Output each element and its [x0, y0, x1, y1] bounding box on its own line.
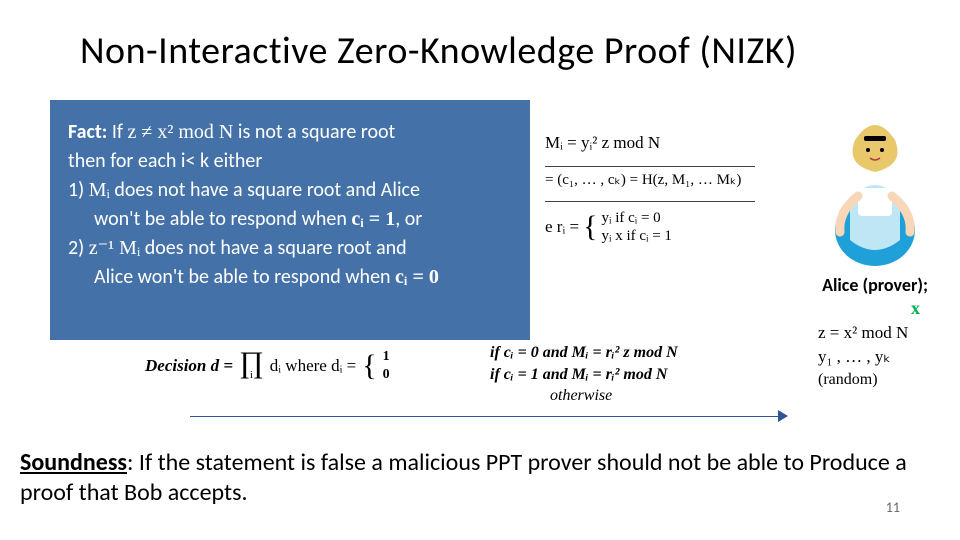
eq-m: Mᵢ = yᵢ² z mod N [545, 130, 815, 156]
fact-line1a: If [107, 120, 127, 144]
slide-title: Non-Interactive Zero-Knowledge Proof (NI… [0, 0, 960, 74]
soundness-body: : If the statement is false a malicious … [20, 448, 907, 507]
decision-text: Decision d = [145, 356, 233, 375]
fact-item1b: does not have a square root and Alice [110, 178, 420, 202]
arrow-head-icon [778, 410, 788, 422]
fact-item1a: 1) [68, 178, 89, 202]
eq-h: = (c₁, … , cₖ) = H(z, M₁, … Mₖ) [545, 169, 815, 192]
page-number: 11 [886, 499, 900, 516]
protocol-column: Mᵢ = yᵢ² z mod N = (c₁, … , cₖ) = H(z, M… [545, 130, 815, 259]
fact-box: Fact: If z ≠ x² mod N is not a square ro… [50, 100, 530, 340]
fact-item1d: , or [395, 207, 422, 231]
fact-line1b: is not a square root [233, 120, 395, 144]
alice-x: x [911, 298, 920, 318]
fact-item2b: does not have a square root and [140, 236, 406, 260]
brace-icon-2: { [362, 349, 376, 383]
decision-equation: Decision d = ∏ i dᵢ where dᵢ = { 1 0 [145, 348, 390, 384]
fact-label: Fact: [68, 120, 107, 144]
divider-2 [545, 201, 755, 202]
fact-item2a: 2) [68, 236, 89, 260]
alice-label: Alice (prover); [810, 274, 940, 296]
eq-r-prefix: e rᵢ = [545, 214, 579, 240]
fact-item2c: Alice won't be able to respond when [94, 265, 395, 289]
fact-item2-cond: cᵢ = 0 [395, 266, 439, 288]
condition-block: if cᵢ = 0 and Mᵢ = rᵢ² z mod N if cᵢ = 1… [490, 342, 678, 407]
cond-c0: if cᵢ = 0 and Mᵢ = rᵢ² z mod N [490, 344, 678, 361]
fact-item1-cond: cᵢ = 1 [351, 208, 395, 230]
product-operator-icon: ∏ i [239, 354, 264, 379]
divider-1 [545, 166, 755, 167]
decision-case1: 1 [383, 348, 390, 366]
alice-character-icon [820, 100, 930, 270]
fact-item2-math: z⁻¹ Mᵢ [89, 237, 140, 259]
alice-random: (random) [818, 369, 940, 391]
fact-line2: then for each i< k either [68, 147, 516, 176]
soundness-label: Soundness [20, 448, 127, 477]
brace-icon: { [583, 204, 597, 249]
eq-r-case0: yᵢ if cᵢ = 0 [601, 209, 671, 227]
cond-otherwise: otherwise [550, 387, 612, 404]
eq-r-case1: yᵢ x if cᵢ = 1 [601, 227, 671, 245]
cond-c1: if cᵢ = 1 and Mᵢ = rᵢ² mod N [490, 366, 667, 383]
fact-item1c: won't be able to respond when [94, 207, 351, 231]
fact-item1-math: Mᵢ [89, 179, 110, 201]
decision-mid: dᵢ where dᵢ = [270, 356, 356, 376]
alice-panel: Alice (prover); x z = x² mod N y₁ , … , … [810, 100, 940, 391]
decision-case0: 0 [383, 366, 390, 384]
alice-y: y₁ , … , yₖ [818, 345, 940, 369]
fact-line1-math: z ≠ x² mod N [128, 121, 234, 143]
soundness-text: Soundness: If the statement is false a m… [20, 448, 940, 508]
alice-z: z = x² mod N [818, 321, 940, 345]
arrow-line [190, 416, 780, 417]
